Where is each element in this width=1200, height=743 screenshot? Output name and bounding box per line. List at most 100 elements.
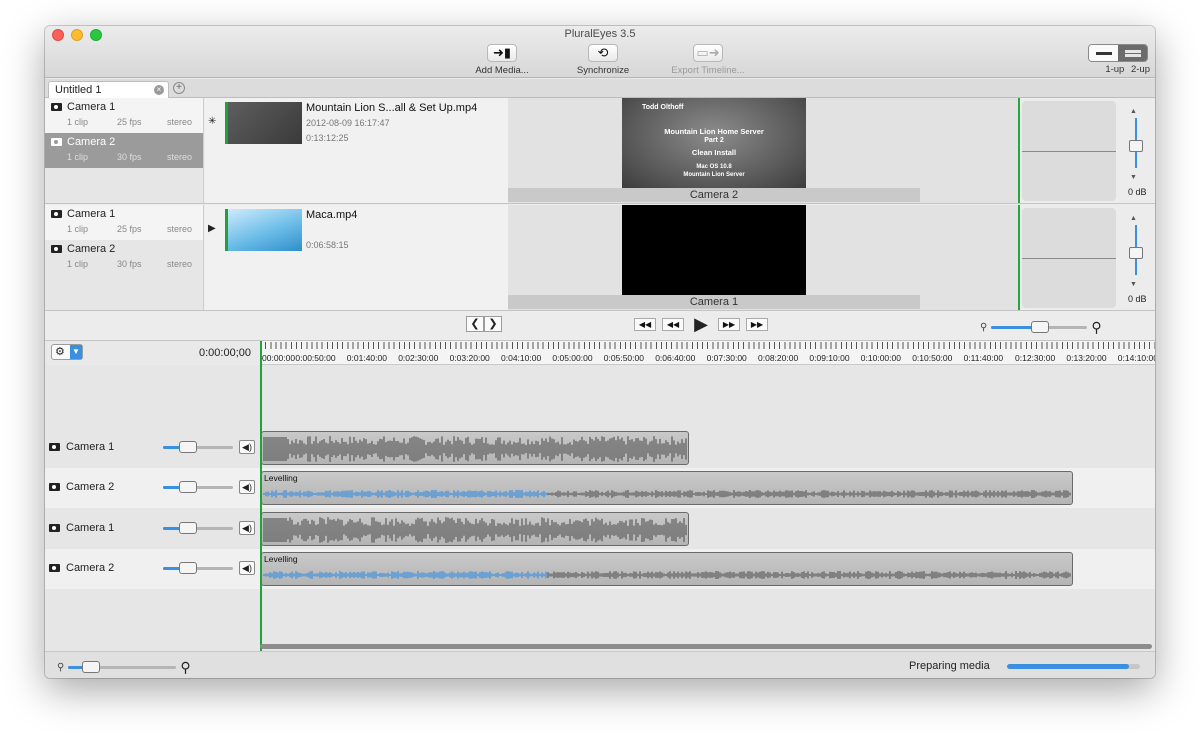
speaker-icon: ◀) [242, 563, 252, 573]
two-up-button[interactable] [1118, 45, 1147, 61]
timeline-settings-button[interactable]: ⚙ ▼ [51, 344, 83, 360]
ruler-label: 0:10:00:00 [860, 353, 901, 363]
zoom-in-icon[interactable]: ⚲ [1091, 319, 1101, 336]
export-timeline-button[interactable]: ▭➜ Export Timeline... [663, 44, 753, 76]
play-marker-icon: ▶ [208, 223, 216, 234]
status-text: Preparing media [909, 660, 990, 672]
audio-clip[interactable]: Levelling [261, 471, 1073, 505]
camera-name: Camera 2 [67, 243, 116, 255]
tab-label: Untitled 1 [55, 84, 102, 96]
zoom-out-icon[interactable]: ⚲ [57, 662, 64, 673]
track-volume-slider[interactable] [163, 562, 233, 574]
previous-group-button[interactable]: ❮ [466, 316, 484, 332]
track-header: Camera 1 ◀) [45, 509, 260, 549]
mute-button[interactable]: ◀) [239, 480, 255, 494]
one-up-button[interactable] [1089, 45, 1118, 61]
synchronize-button[interactable]: ⟲ Synchronize [558, 44, 648, 76]
audio-clip[interactable]: Levelling [261, 552, 1073, 586]
track-volume [163, 562, 233, 574]
horizontal-scrollbar[interactable] [260, 644, 1152, 649]
fast-forward-button[interactable]: ▶▶ [718, 317, 740, 331]
preview-zoom: ⚲ ⚲ [980, 319, 1102, 336]
slider-knob[interactable] [1031, 321, 1050, 333]
volume-max-icon: ▲ [1130, 108, 1137, 115]
media-group-1: Camera 1 1 clip 25 fps stereo Camera 2 1 c… [45, 98, 1155, 204]
track-volume-slider[interactable] [163, 522, 233, 534]
next-group-button[interactable]: ❯ [484, 316, 502, 332]
preview-camera-label: Camera 1 [508, 295, 920, 309]
mute-button[interactable]: ◀) [239, 561, 255, 575]
volume-slider-knob[interactable] [1129, 140, 1143, 152]
audio-clip[interactable] [261, 431, 689, 465]
mute-button[interactable]: ◀) [239, 440, 255, 454]
camera-list-item[interactable]: Camera 1 1 clip 25 fps stereo [45, 205, 203, 240]
volume-min-icon: ▼ [1130, 281, 1137, 288]
camera-icon [51, 210, 62, 218]
go-to-start-button[interactable]: ◀◀ [634, 317, 656, 331]
zoom-out-icon[interactable]: ⚲ [980, 322, 987, 333]
preview-controls: ❮ ❯ ◀◀ ◀◀ ▶ ▶▶ ▶▶ ⚲ ⚲ [45, 311, 1155, 341]
sync-icon: ⟲ [588, 44, 618, 62]
view-mode-segmented-control [1088, 44, 1148, 62]
close-tab-icon[interactable]: × [154, 85, 164, 95]
camera-list-item[interactable]: Camera 2 1 clip 30 fps stereo [45, 133, 203, 168]
ruler-label: 0:09:10:00 [809, 353, 850, 363]
media-group-2: Camera 1 1 clip 25 fps stereo Camera 2 1 c… [45, 205, 1155, 311]
camera-list-item[interactable]: Camera 1 1 clip 25 fps stereo [45, 98, 203, 133]
slide-title: Mountain Lion Home Server [664, 127, 764, 136]
frame-rate: 30 fps [117, 259, 142, 269]
audio-clip[interactable] [261, 512, 689, 546]
track-name: Camera 1 [49, 441, 114, 453]
track-volume-slider[interactable] [163, 441, 233, 453]
rewind-button[interactable]: ◀◀ [662, 317, 684, 331]
slider-knob[interactable] [179, 562, 197, 574]
timeline: ⚙ ▼ 0:00:00;00 00:00:00 0:00:50:00 0:01:40… [45, 341, 1155, 651]
slider-knob[interactable] [179, 522, 197, 534]
track-volume-slider[interactable] [163, 481, 233, 493]
waveform [263, 490, 1071, 498]
time-ruler[interactable]: 00:00:00 0:00:50:00 0:01:40:00 0:02:30:00 0:… [260, 341, 1155, 365]
zoom-in-icon[interactable]: ⚲ [180, 659, 190, 676]
clip-count: 1 clip [67, 259, 89, 269]
slide-part: Part 2 [704, 137, 724, 144]
clip-status-label: Levelling [264, 473, 298, 483]
add-media-button[interactable]: ➜▮ Add Media... [457, 44, 547, 76]
mute-button[interactable]: ◀) [239, 521, 255, 535]
transport-controls: ◀◀ ◀◀ ▶ ▶▶ ▶▶ [634, 315, 768, 333]
clip-thumbnail[interactable] [225, 102, 302, 144]
camera-list-item[interactable]: Camera 2 1 clip 30 fps stereo [45, 240, 203, 275]
view-mode-labels: 1-up 2-up [1105, 64, 1150, 75]
export-icon: ▭➜ [693, 44, 723, 62]
slide-subtitle: Clean Install [691, 148, 737, 157]
frame-rate: 30 fps [117, 152, 142, 162]
play-button[interactable]: ▶ [690, 315, 712, 333]
preview-zoom-slider[interactable] [991, 321, 1088, 333]
progress-bar [1007, 664, 1140, 669]
clip-count: 1 clip [67, 224, 89, 234]
tab-untitled-1[interactable]: Untitled 1 × [48, 81, 169, 98]
volume-control: ▲ ▼ 0 dB [1120, 205, 1155, 310]
go-to-end-button[interactable]: ▶▶ [746, 317, 768, 331]
timeline-zoom-slider[interactable] [68, 661, 177, 673]
clip-date: 2012-08-09 16:17:47 [306, 118, 390, 128]
playhead[interactable] [260, 341, 262, 651]
slide-server: Mountain Lion Server [683, 172, 745, 178]
clip-duration: 0:06:58:15 [306, 240, 349, 250]
add-tab-icon[interactable]: + [173, 82, 185, 94]
speaker-icon: ◀) [242, 482, 252, 492]
slider-knob[interactable] [179, 481, 197, 493]
frame-rate: 25 fps [117, 224, 142, 234]
volume-db-readout: 0 dB [1128, 187, 1147, 197]
slider-knob[interactable] [82, 661, 101, 673]
clip-thumbnail[interactable] [225, 209, 302, 251]
speaker-icon: ◀) [242, 442, 252, 452]
timeline-track: Camera 1 ◀) [45, 428, 1155, 468]
volume-slider-knob[interactable] [1129, 247, 1143, 259]
preview-camera-label: Camera 2 [508, 188, 920, 202]
ruler-label: 0:07:30:00 [706, 353, 747, 363]
slider-knob[interactable] [179, 441, 197, 453]
waveform [263, 436, 687, 462]
video-preview [622, 205, 806, 295]
timeline-track: Camera 1 ◀) [45, 509, 1155, 549]
mini-track-view [1022, 101, 1116, 201]
